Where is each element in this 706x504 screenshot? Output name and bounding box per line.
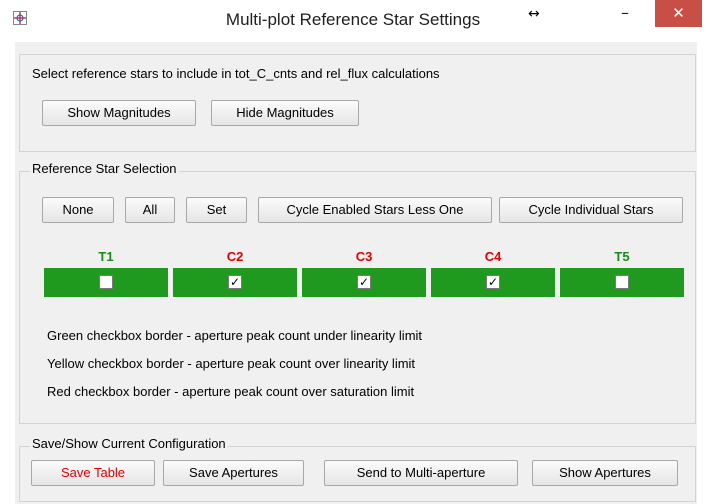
save-apertures-button[interactable]: Save Apertures xyxy=(163,460,304,486)
title-bar: Multi-plot Reference Star Settings ↔ – ✕ xyxy=(0,0,706,40)
red-border-note: Red checkbox border - aperture peak coun… xyxy=(47,384,415,399)
show-magnitudes-button[interactable]: Show Magnitudes xyxy=(42,100,196,126)
star-checkbox-c3[interactable]: ✓ xyxy=(357,275,371,289)
star-bar-c4: ✓ xyxy=(431,268,555,297)
cycle-individual-stars-button[interactable]: Cycle Individual Stars xyxy=(499,197,683,223)
star-label-t1: T1 xyxy=(98,249,114,264)
save-table-button[interactable]: Save Table xyxy=(31,460,155,486)
configuration-legend: Save/Show Current Configuration xyxy=(30,436,228,451)
star-label-t5: T5 xyxy=(614,249,630,264)
star-label-c3: C3 xyxy=(355,249,373,264)
cycle-enabled-stars-button[interactable]: Cycle Enabled Stars Less One xyxy=(258,197,492,223)
hide-magnitudes-button[interactable]: Hide Magnitudes xyxy=(211,100,359,126)
close-button[interactable]: ✕ xyxy=(655,0,702,27)
star-bar-c2: ✓ xyxy=(173,268,297,297)
none-button[interactable]: None xyxy=(42,197,114,223)
star-label-c2: C2 xyxy=(226,249,244,264)
star-bar-c3: ✓ xyxy=(302,268,426,297)
all-button[interactable]: All xyxy=(125,197,175,223)
show-apertures-button[interactable]: Show Apertures xyxy=(532,460,678,486)
star-checkbox-t1[interactable] xyxy=(99,275,113,289)
yellow-border-note: Yellow checkbox border - aperture peak c… xyxy=(47,356,416,371)
star-label-c4: C4 xyxy=(484,249,502,264)
instruction-text: Select reference stars to include in tot… xyxy=(32,66,440,81)
resize-arrow-icon: ↔ xyxy=(528,6,540,22)
window-client: Select reference stars to include in tot… xyxy=(15,42,697,504)
star-checkbox-t5[interactable] xyxy=(615,275,629,289)
minimize-button[interactable]: – xyxy=(610,0,640,30)
reference-star-selection-legend: Reference Star Selection xyxy=(30,161,179,176)
star-bar-t5 xyxy=(560,268,684,297)
star-checkbox-c4[interactable]: ✓ xyxy=(486,275,500,289)
window-title: Multi-plot Reference Star Settings xyxy=(225,10,481,29)
green-border-note: Green checkbox border - aperture peak co… xyxy=(47,328,423,343)
set-button[interactable]: Set xyxy=(186,197,247,223)
star-checkbox-c2[interactable]: ✓ xyxy=(228,275,242,289)
star-bar-t1 xyxy=(44,268,168,297)
send-to-multi-aperture-button[interactable]: Send to Multi-aperture xyxy=(324,460,518,486)
